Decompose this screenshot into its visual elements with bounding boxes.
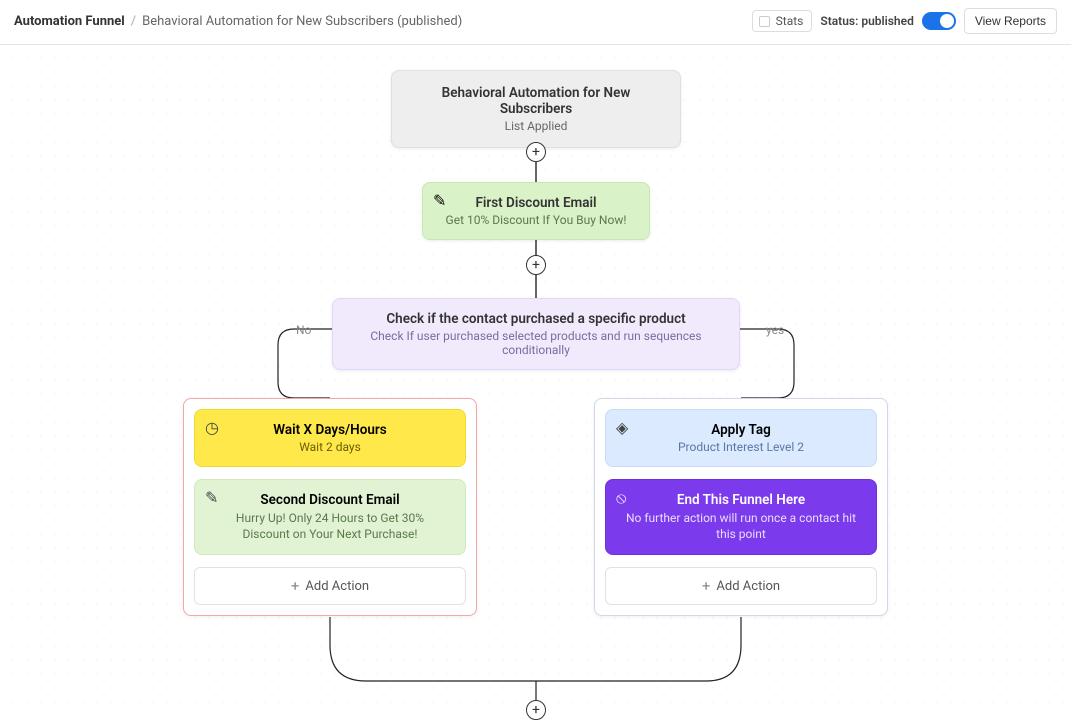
stats-label: Stats — [776, 14, 804, 28]
plus-icon: + — [532, 257, 540, 273]
plus-icon: + — [532, 144, 540, 160]
second-email-subtitle: Hurry Up! Only 24 Hours to Get 30% Disco… — [211, 510, 449, 542]
stats-toggle[interactable]: Stats — [752, 10, 813, 32]
end-funnel-node[interactable]: ⦸ End This Funnel Here No further action… — [605, 479, 877, 555]
breadcrumb-root[interactable]: Automation Funnel — [14, 14, 125, 29]
add-action-button-no[interactable]: + Add Action — [194, 567, 466, 605]
view-reports-button[interactable]: View Reports — [964, 8, 1057, 34]
apply-tag-title: Apply Tag — [622, 422, 860, 438]
second-email-title: Second Discount Email — [211, 492, 449, 508]
stats-checkbox-icon — [759, 16, 770, 27]
condition-subtitle: Check If user purchased selected product… — [355, 329, 717, 357]
first-email-subtitle: Get 10% Discount If You Buy Now! — [439, 213, 633, 227]
add-action-button-yes[interactable]: + Add Action — [605, 567, 877, 605]
wait-title: Wait X Days/Hours — [211, 422, 449, 438]
funnel-canvas[interactable]: Behavioral Automation for New Subscriber… — [0, 45, 1071, 715]
add-action-label: Add Action — [305, 579, 369, 594]
edit-icon: ✎ — [433, 191, 446, 210]
condition-node[interactable]: Check if the contact purchased a specifi… — [332, 298, 740, 370]
yes-branch-group: ◈ Apply Tag Product Interest Level 2 ⦸ E… — [594, 398, 888, 616]
end-funnel-title: End This Funnel Here — [622, 492, 860, 508]
add-step-button-1[interactable]: + — [526, 142, 546, 162]
add-action-label: Add Action — [716, 579, 780, 594]
edit-icon: ✎ — [205, 488, 218, 507]
condition-title: Check if the contact purchased a specifi… — [355, 311, 717, 327]
tag-icon: ◈ — [616, 418, 628, 437]
stop-icon: ⦸ — [616, 488, 626, 508]
first-email-node[interactable]: ✎ First Discount Email Get 10% Discount … — [422, 182, 650, 240]
add-step-button-bottom[interactable]: + — [526, 700, 546, 720]
first-email-title: First Discount Email — [439, 195, 633, 211]
trigger-title: Behavioral Automation for New Subscriber… — [408, 85, 664, 117]
breadcrumb-separator: / — [131, 14, 136, 29]
publish-toggle[interactable] — [922, 12, 956, 30]
plus-icon: + — [291, 577, 300, 595]
apply-tag-subtitle: Product Interest Level 2 — [622, 440, 860, 454]
header-right: Stats Status: published View Reports — [752, 8, 1057, 34]
breadcrumb-current: Behavioral Automation for New Subscriber… — [142, 14, 462, 29]
breadcrumb: Automation Funnel / Behavioral Automatio… — [14, 14, 462, 29]
branch-yes-label: yes — [766, 323, 784, 337]
trigger-subtitle: List Applied — [408, 119, 664, 133]
second-email-node[interactable]: ✎ Second Discount Email Hurry Up! Only 2… — [194, 479, 466, 555]
header-bar: Automation Funnel / Behavioral Automatio… — [0, 0, 1071, 45]
wait-node[interactable]: ◷ Wait X Days/Hours Wait 2 days — [194, 409, 466, 467]
status-label: Status: published — [820, 14, 913, 28]
apply-tag-node[interactable]: ◈ Apply Tag Product Interest Level 2 — [605, 409, 877, 467]
plus-icon: + — [702, 577, 711, 595]
plus-icon: + — [532, 702, 540, 718]
add-step-button-2[interactable]: + — [526, 255, 546, 275]
no-branch-group: ◷ Wait X Days/Hours Wait 2 days ✎ Second… — [183, 398, 477, 616]
branch-no-label: No — [296, 323, 311, 337]
trigger-node[interactable]: Behavioral Automation for New Subscriber… — [391, 70, 681, 148]
clock-icon: ◷ — [205, 418, 219, 437]
end-funnel-subtitle: No further action will run once a contac… — [622, 510, 860, 542]
wait-subtitle: Wait 2 days — [211, 440, 449, 454]
